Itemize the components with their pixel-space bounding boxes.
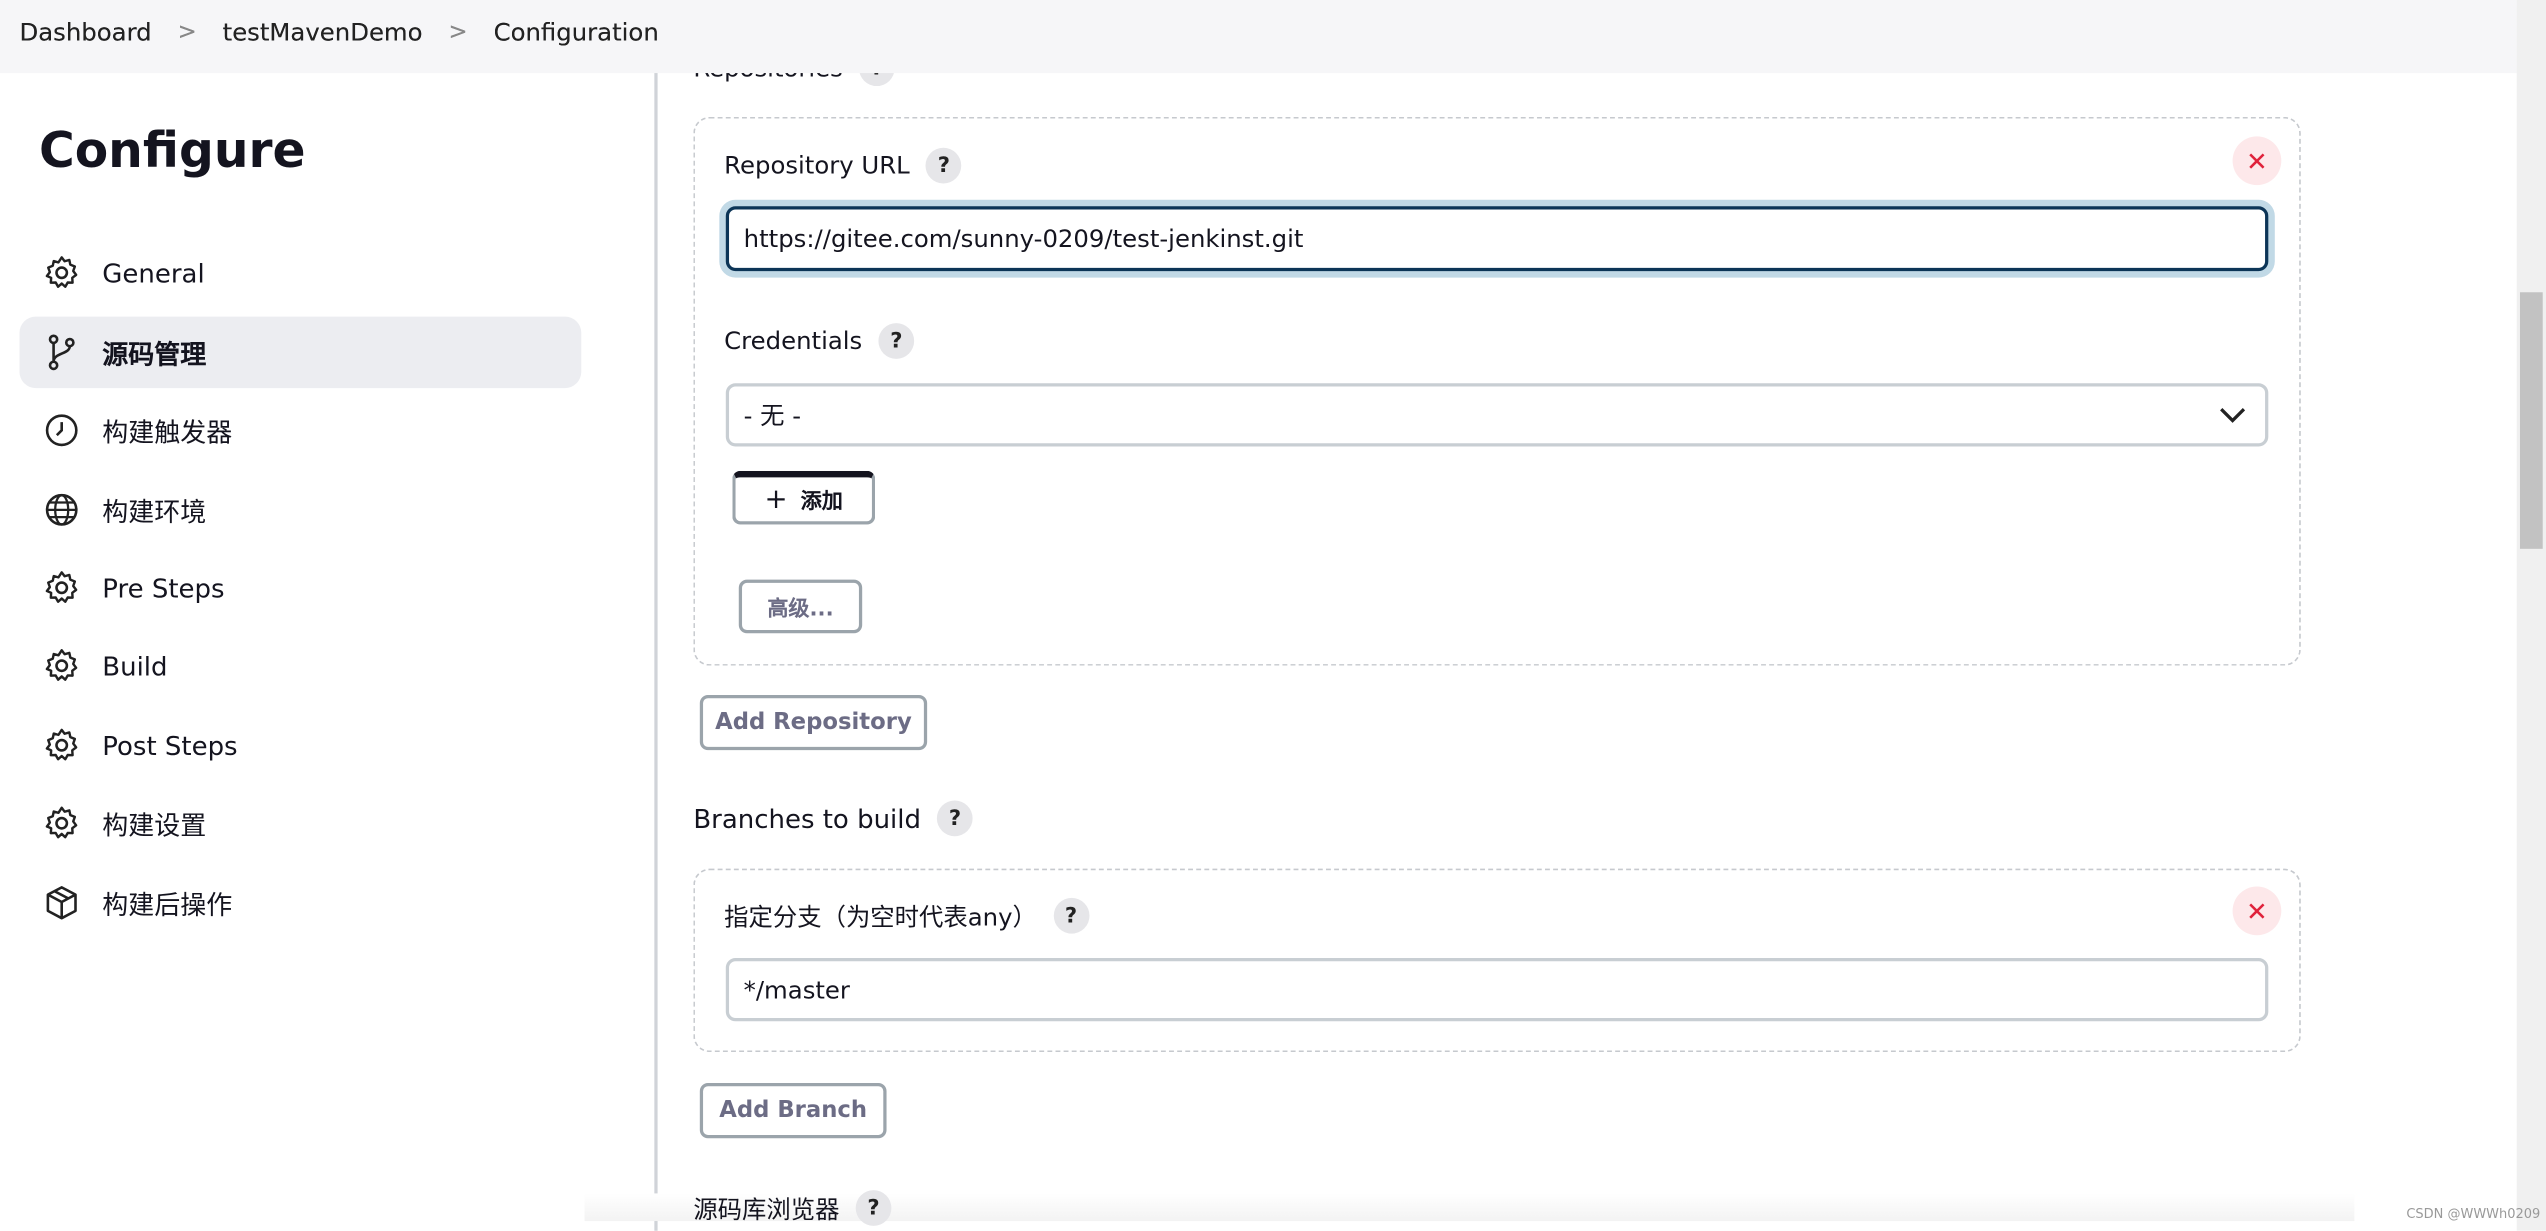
branches-label: Branches to build?: [693, 800, 973, 837]
sidebar-item-2[interactable]: 源码管理: [19, 316, 582, 389]
branch-icon: [48, 334, 75, 371]
header-overlay: [657, 0, 2517, 74]
gear-icon: [45, 649, 78, 681]
scrollbar[interactable]: [2516, 0, 2546, 1231]
button-label: 添加: [800, 490, 843, 515]
chevron-down-icon: [2220, 407, 2246, 423]
add-repository-button[interactable]: Add Repository: [699, 694, 928, 751]
add-credentials-button[interactable]: + 添加: [732, 470, 876, 525]
sidebar-item-5[interactable]: Pre Steps: [19, 552, 581, 623]
repository-url-label: Repository URL?: [724, 147, 962, 184]
sidebar-item-8[interactable]: 构建设置: [19, 787, 581, 858]
chevron-right-icon: >: [448, 19, 468, 46]
repository-url-input[interactable]: https://gitee.com/sunny-0209/test-jenkin…: [725, 206, 2269, 272]
scrollbar-thumb[interactable]: [2519, 292, 2543, 549]
breadcrumb-project[interactable]: testMavenDemo: [223, 18, 423, 47]
sidebar-item-label: General: [102, 257, 205, 289]
gear-icon: [45, 806, 78, 839]
sidebar-item-label: Pre Steps: [102, 572, 225, 604]
sidebar-item-7[interactable]: Post Steps: [19, 710, 581, 781]
sidebar-item-label: Build: [102, 650, 168, 682]
sidebar-item-label: 源码管理: [102, 339, 207, 371]
breadcrumb-configuration[interactable]: Configuration: [494, 18, 659, 47]
clock-icon: [45, 414, 78, 447]
gear-icon: [45, 728, 78, 761]
gear-icon: [45, 571, 78, 603]
repository-browser-label: 源码库浏览器?: [693, 1190, 892, 1226]
label-text: 指定分支（为空时代表any）: [724, 901, 1037, 932]
sidebar-item-6[interactable]: Build: [19, 630, 581, 701]
page-title: Configure: [38, 123, 306, 181]
sidebar-item-label: 构建环境: [102, 496, 207, 528]
label-text: Repository URL: [724, 151, 910, 181]
branch-spec-label: 指定分支（为空时代表any）?: [724, 897, 1089, 934]
label-text: 源码库浏览器: [693, 1194, 840, 1224]
chevron-right-icon: >: [177, 19, 197, 46]
breadcrumb-overlay: Dashboard > testMavenDemo > Configuration: [19, 18, 658, 47]
help-icon[interactable]: ?: [925, 147, 962, 184]
sidebar-item-1[interactable]: General: [19, 237, 581, 308]
label-text: Branches to build: [693, 802, 921, 834]
sidebar-item-label: Post Steps: [102, 729, 238, 761]
credentials-label: Credentials?: [724, 323, 915, 359]
package-icon: [46, 886, 77, 920]
globe-icon: [45, 493, 78, 526]
watermark: CSDN @WWWh0209: [2406, 1206, 2541, 1222]
label-text: Credentials: [724, 326, 863, 356]
advanced-button[interactable]: 高级...: [738, 579, 863, 634]
gear-icon: [45, 256, 78, 288]
divider: [654, 73, 658, 1231]
sidebar-item-4[interactable]: 构建环境: [19, 474, 581, 545]
sidebar-item-label: 构建设置: [102, 810, 207, 842]
help-icon[interactable]: ?: [937, 800, 973, 837]
sidebar-item-3[interactable]: 构建触发器: [19, 395, 581, 466]
help-icon[interactable]: ?: [878, 323, 915, 359]
breadcrumb-dashboard[interactable]: Dashboard: [19, 18, 151, 47]
add-branch-button[interactable]: Add Branch: [699, 1083, 887, 1139]
sidebar-item-9[interactable]: 构建后操作: [19, 867, 581, 938]
help-icon[interactable]: ?: [1053, 897, 1089, 934]
sidebar-item-label: 构建触发器: [102, 417, 233, 449]
help-icon[interactable]: ?: [855, 1190, 892, 1226]
plus-icon: +: [764, 483, 788, 516]
delete-repository-button[interactable]: ✕: [2232, 136, 2282, 186]
credentials-value: - 无 -: [743, 401, 802, 431]
credentials-select[interactable]: - 无 -: [725, 383, 2269, 447]
sidebar-item-label: 构建后操作: [102, 889, 233, 921]
branch-spec-input[interactable]: */master: [725, 957, 2269, 1022]
delete-branch-button[interactable]: ✕: [2232, 886, 2282, 936]
